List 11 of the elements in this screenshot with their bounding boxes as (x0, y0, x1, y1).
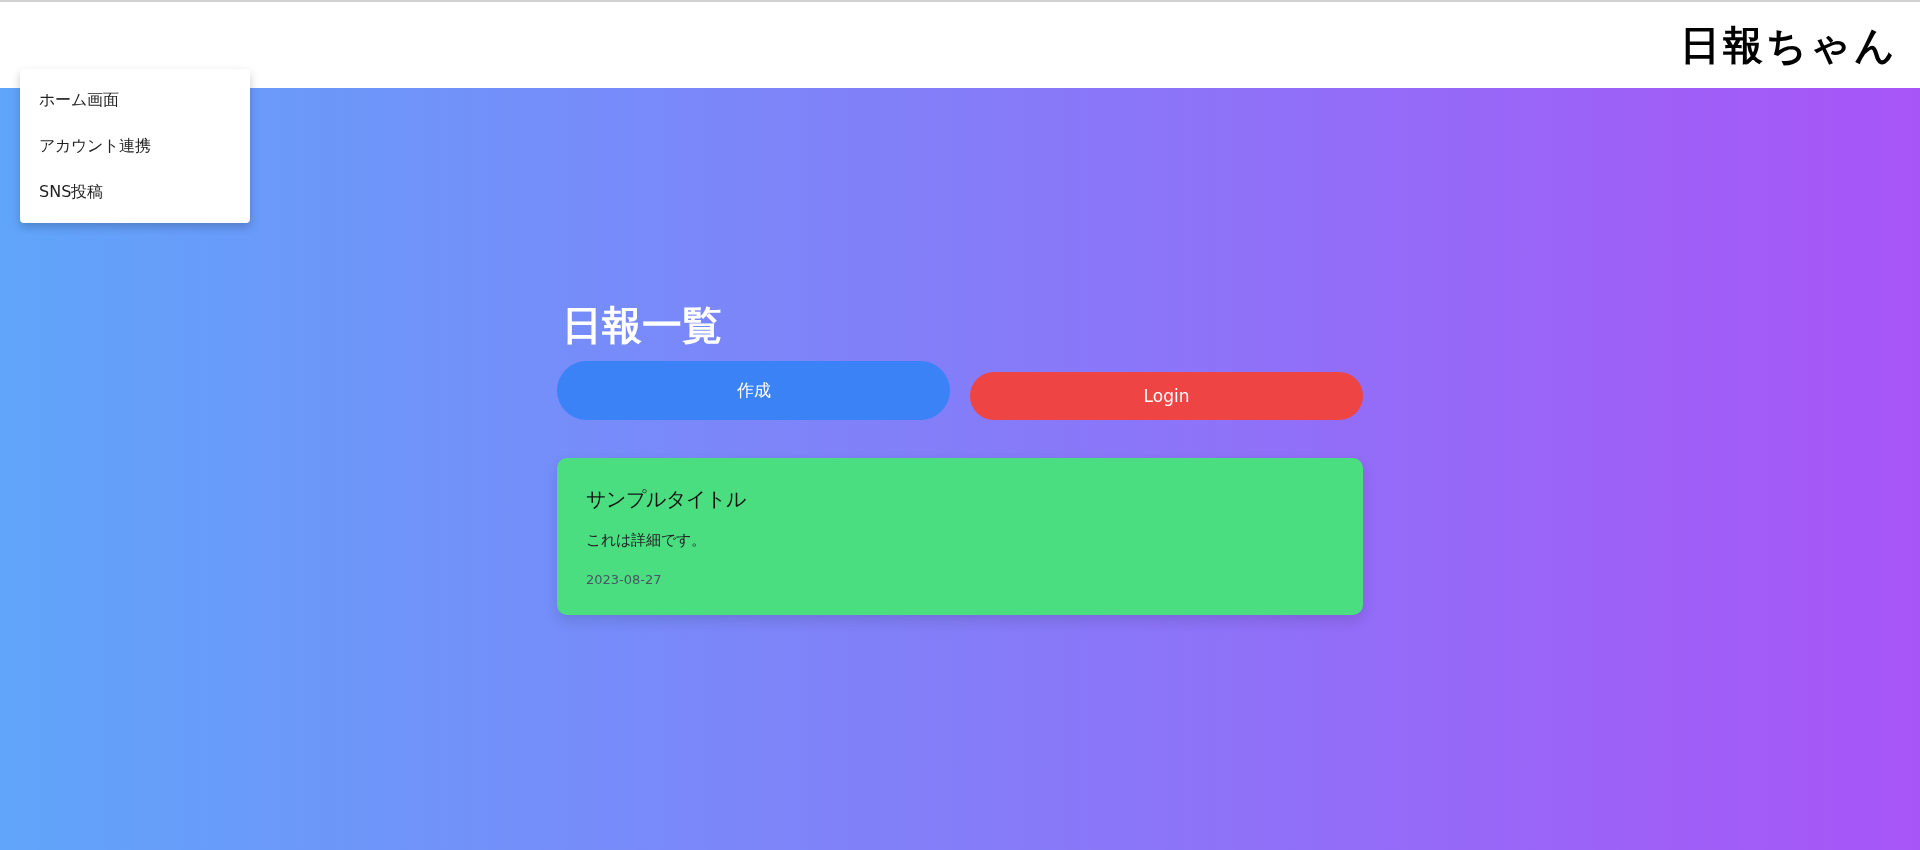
page-title: 日報一覧 (562, 303, 723, 347)
report-detail: これは詳細です。 (586, 531, 707, 550)
report-date: 2023-08-27 (586, 572, 663, 587)
menu-item[interactable]: ホーム画面 (20, 79, 250, 125)
login-button[interactable]: Login (970, 372, 1363, 420)
report-title: サンプルタイトル (586, 486, 747, 513)
app-logo: 日報ちゃん (1680, 20, 1898, 70)
menu-item[interactable]: アカウント連携 (20, 125, 250, 171)
menu-item[interactable]: SNS投稿 (20, 171, 250, 217)
create-button[interactable]: 作成 (557, 361, 950, 420)
report-card[interactable]: サンプルタイトル これは詳細です。 2023-08-27 (557, 458, 1363, 615)
